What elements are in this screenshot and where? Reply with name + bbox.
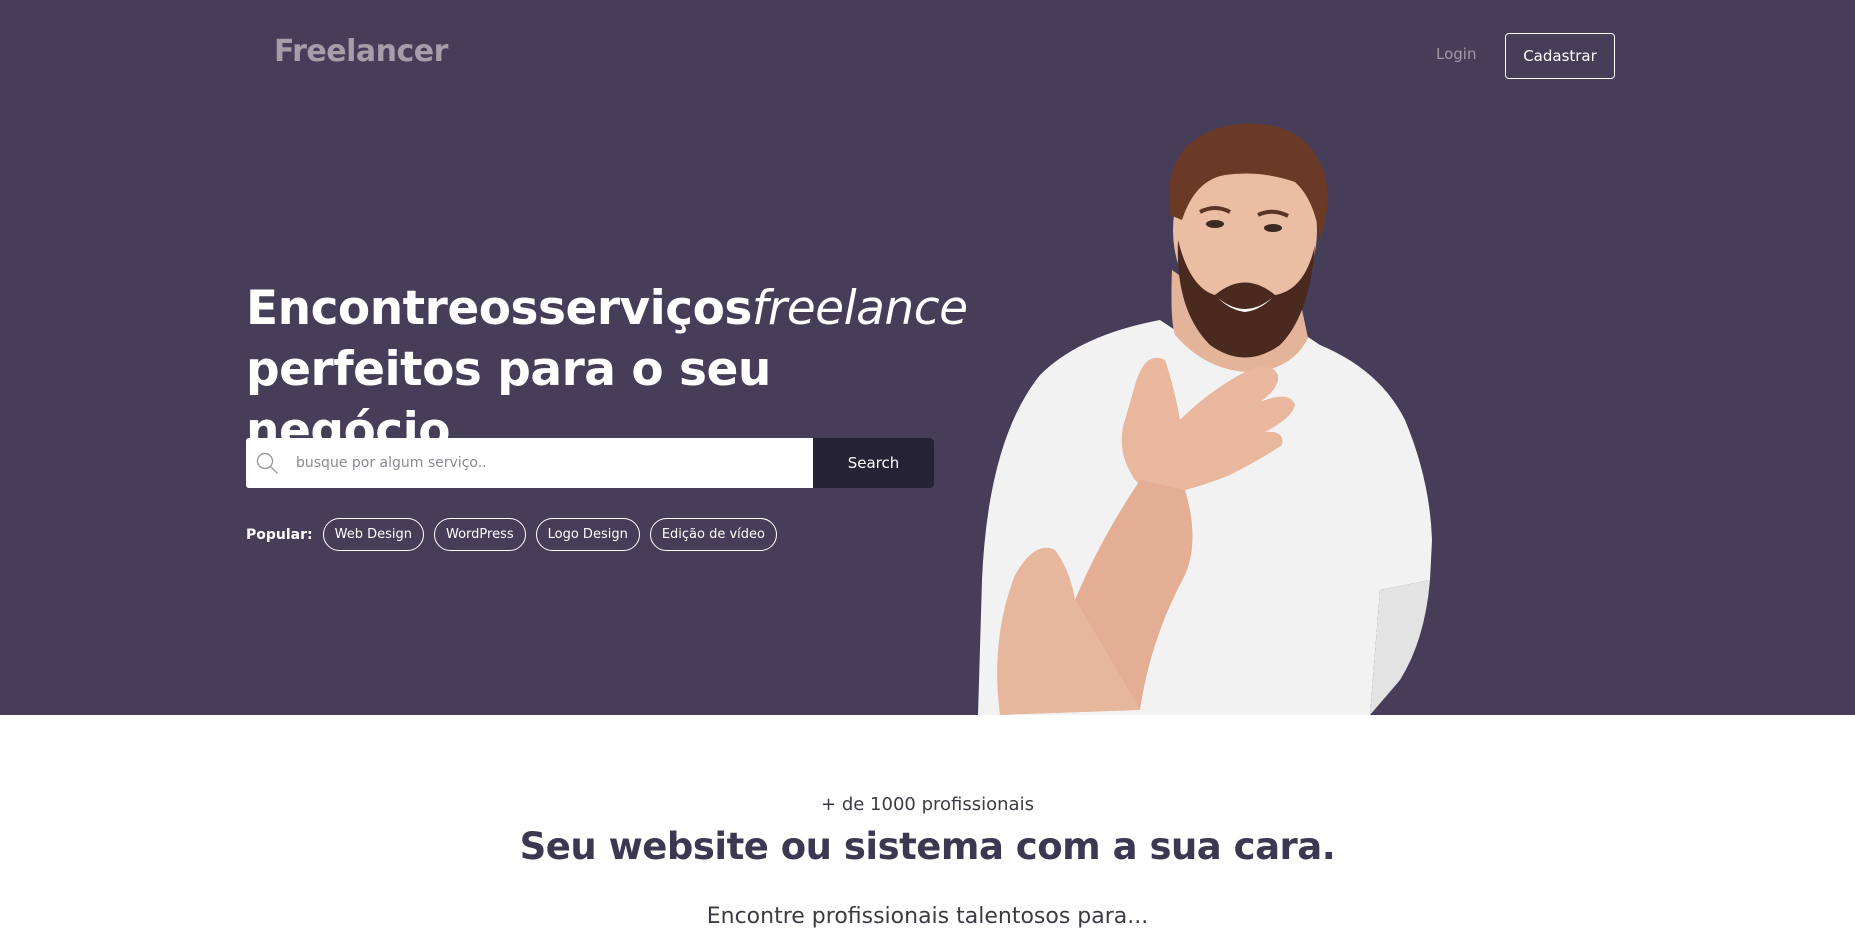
hero-photo [978,123,1432,715]
section-kicker: + de 1000 profissionais [821,794,1034,815]
headline-word-2: os [478,281,539,336]
brand-logo[interactable]: Freelancer [274,34,448,69]
signup-button[interactable]: Cadastrar [1505,33,1615,79]
tag-wordpress[interactable]: WordPress [433,518,526,551]
hero-headline: Encontre os serviços freelance perfeitos… [246,278,968,461]
search-button[interactable]: Search [813,438,934,488]
headline-word-1: Encontre [246,281,479,336]
search-bar: Search [246,438,934,488]
popular-tags: Popular: Web Design WordPress Logo Desig… [246,518,787,551]
headline-line-1: Encontre os serviços freelance [246,278,968,339]
tag-video-editing[interactable]: Edição de vídeo [649,518,777,551]
login-link[interactable]: Login [1436,45,1476,63]
popular-label: Popular: [246,526,313,543]
hero-section: Freelancer Login Cadastrar Encontre os s… [0,0,1855,715]
tag-logo-design[interactable]: Logo Design [535,518,640,551]
section-title: Seu website ou sistema com a sua cara. [519,825,1336,868]
features-section: + de 1000 profissionais Seu website ou s… [0,715,1855,937]
tag-web-design[interactable]: Web Design [322,518,424,551]
search-icon [246,438,296,488]
search-input[interactable] [296,438,813,488]
headline-word-3: serviços [537,281,752,336]
section-subtitle: Encontre profissionais talentosos para..… [706,904,1149,929]
headline-italic: freelance [751,281,968,336]
